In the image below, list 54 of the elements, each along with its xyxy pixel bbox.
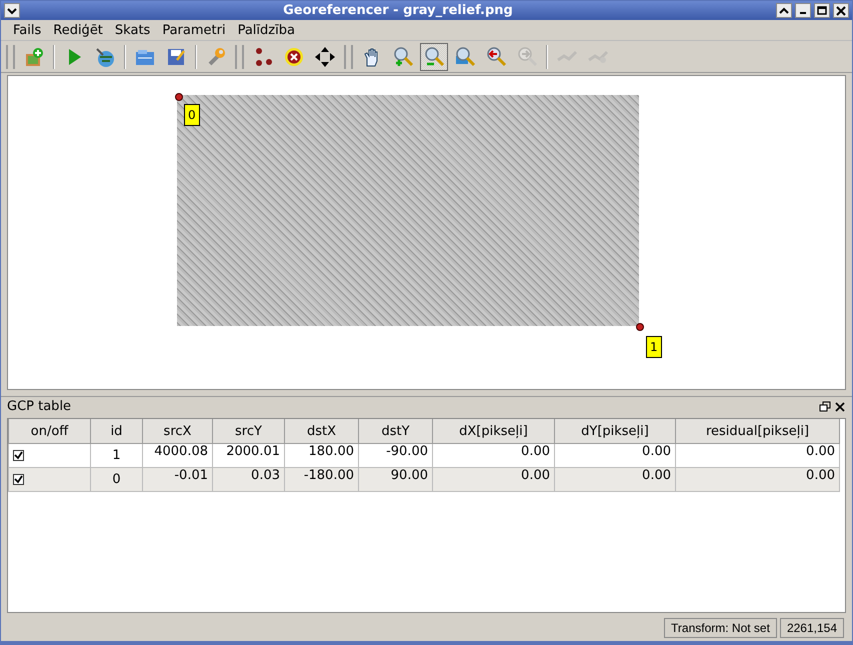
toolbar-handle[interactable] [235, 44, 244, 68]
delete-icon [283, 46, 305, 68]
move-arrows-icon [314, 46, 336, 68]
minimize-button[interactable] [795, 3, 811, 18]
column-header[interactable]: dstY [358, 419, 432, 444]
column-header[interactable]: dX[pikseļi] [432, 419, 554, 444]
window-menu-button[interactable] [4, 3, 20, 18]
close-button[interactable] [833, 3, 849, 18]
table-cell: 0.03 [212, 468, 284, 492]
column-header[interactable]: srcY [212, 419, 284, 444]
column-header[interactable]: residual[pikseļi] [676, 419, 840, 444]
menu-item[interactable]: Parametri [156, 22, 232, 38]
menu-item[interactable]: Skats [108, 22, 156, 38]
menu-item[interactable]: Rediģēt [47, 22, 109, 38]
window-title: Georeferencer - gray_relief.png [282, 3, 514, 18]
panel-title: GCP table [7, 399, 72, 414]
table-cell: -0.01 [142, 468, 212, 492]
menu-item[interactable]: Fails [7, 22, 48, 38]
control-point-marker [636, 323, 644, 331]
toolbar-handle[interactable] [6, 44, 15, 68]
close-button[interactable] [834, 400, 846, 412]
checkbox[interactable] [13, 474, 24, 485]
column-header[interactable]: dY[pikseļi] [554, 419, 676, 444]
zoom-out-icon [423, 46, 445, 68]
point-label: 0 [184, 104, 200, 126]
table-cell: 0.00 [676, 468, 840, 492]
column-header[interactable]: dstX [284, 419, 358, 444]
close-icon [836, 6, 846, 16]
status-field: 2261,154 [780, 618, 844, 638]
point-label: 1 [646, 336, 662, 358]
maximize-icon [817, 6, 827, 15]
float-button[interactable] [819, 400, 831, 412]
table-cell: 0.00 [432, 468, 554, 492]
column-header[interactable]: on/off [8, 419, 90, 444]
zoom-back-icon [485, 46, 507, 68]
toolbar-handle[interactable] [344, 44, 353, 68]
shade-button[interactable] [776, 3, 792, 18]
zoom-full-icon [454, 46, 476, 68]
chevron-down-icon [7, 6, 17, 14]
table-cell: 0 [90, 468, 142, 492]
table-cell: 0.00 [554, 468, 676, 492]
menu-item[interactable]: Palīdzība [232, 22, 301, 38]
zoom-in-icon [392, 46, 414, 68]
maximize-button[interactable] [814, 3, 830, 18]
control-point-marker [175, 93, 183, 101]
zoom-forward-icon [516, 46, 538, 68]
table-cell: -180.00 [284, 468, 358, 492]
checkbox[interactable] [13, 450, 24, 461]
status-field: Transform: Not set [664, 618, 777, 638]
chevron-up-icon [779, 6, 789, 14]
column-header[interactable]: id [90, 419, 142, 444]
map-plus-icon [23, 46, 45, 68]
column-header[interactable]: srcX [142, 419, 212, 444]
table-cell: 90.00 [358, 468, 432, 492]
